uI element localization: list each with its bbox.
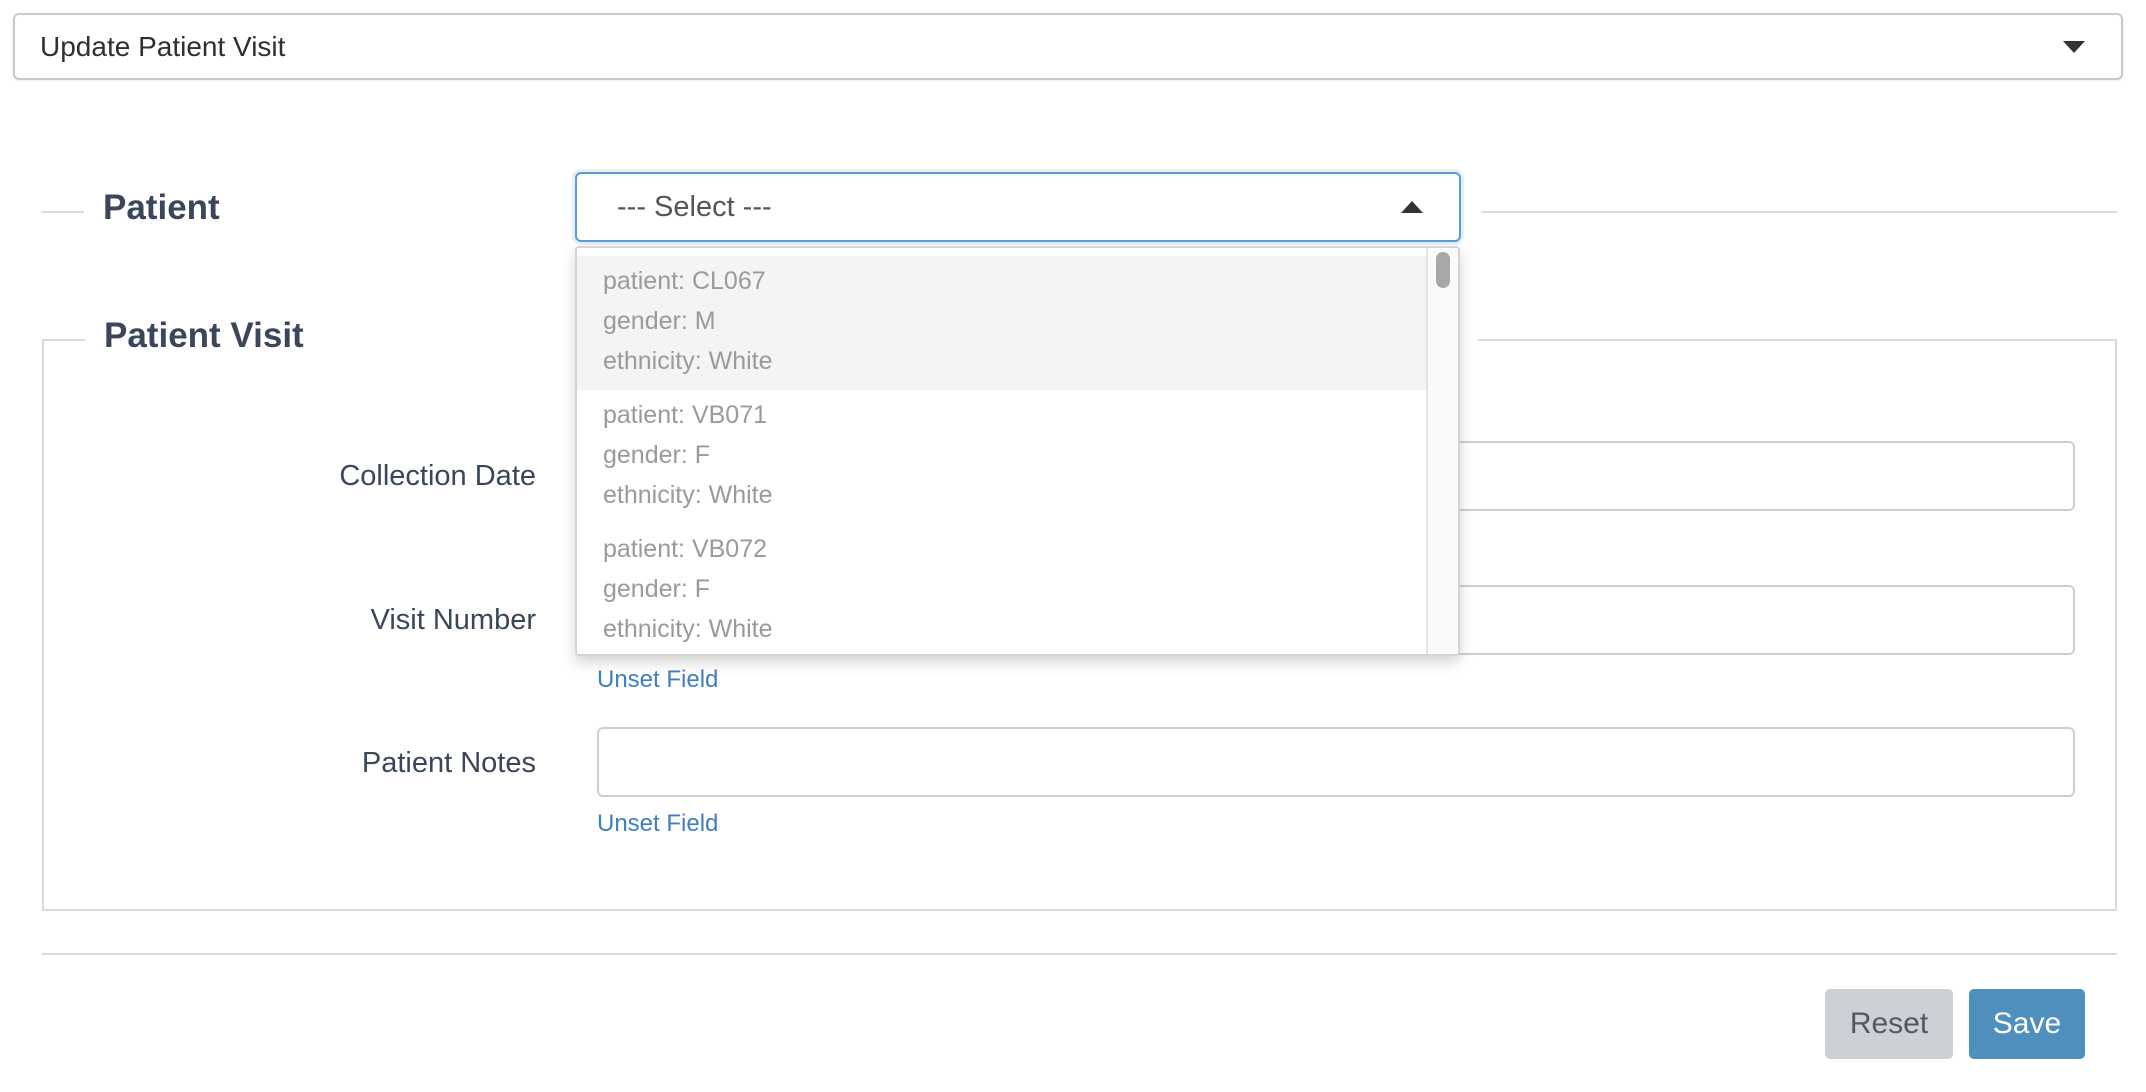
- option-patient-id: patient: VB072: [603, 535, 768, 563]
- option-gender: gender: M: [603, 307, 716, 335]
- option-ethnicity: ethnicity: White: [603, 481, 773, 509]
- chevron-up-icon: [1401, 201, 1423, 213]
- scrollbar-thumb[interactable]: [1436, 252, 1450, 288]
- list-item[interactable]: patient: VB072 gender: F ethnicity: Whit…: [577, 524, 1429, 654]
- patient-notes-label: Patient Notes: [361, 747, 536, 779]
- unset-visit-number-link[interactable]: Unset Field: [597, 666, 718, 694]
- save-button[interactable]: Save: [1969, 989, 2085, 1059]
- reset-button[interactable]: Reset: [1825, 989, 1953, 1059]
- option-gender: gender: F: [603, 441, 711, 469]
- patient-select[interactable]: --- Select ---: [575, 172, 1461, 242]
- divider: [42, 953, 2117, 955]
- unset-patient-notes-link[interactable]: Unset Field: [597, 810, 718, 838]
- option-ethnicity: ethnicity: White: [603, 615, 773, 643]
- collection-date-label: Collection Date: [339, 460, 536, 492]
- list-item[interactable]: patient: CL067 gender: M ethnicity: Whit…: [577, 256, 1429, 390]
- option-ethnicity: ethnicity: White: [603, 347, 773, 375]
- patient-legend: Patient: [103, 188, 220, 227]
- patient-visit-legend: Patient Visit: [104, 316, 304, 355]
- option-gender: gender: F: [603, 575, 711, 603]
- visit-number-label: Visit Number: [370, 604, 536, 636]
- scrollbar[interactable]: [1426, 248, 1458, 654]
- divider: [42, 339, 85, 341]
- patient-dropdown-list: patient: CL067 gender: M ethnicity: Whit…: [575, 246, 1460, 656]
- divider: [1478, 339, 2117, 341]
- list-item[interactable]: patient: VB071 gender: F ethnicity: Whit…: [577, 390, 1429, 524]
- mode-select-value: Update Patient Visit: [40, 30, 286, 62]
- option-patient-id: patient: VB071: [603, 401, 768, 429]
- divider: [42, 211, 84, 213]
- mode-select[interactable]: Update Patient Visit: [13, 13, 2123, 80]
- patient-notes-field[interactable]: [597, 727, 2075, 797]
- divider: [1482, 211, 2117, 213]
- patient-select-placeholder: --- Select ---: [617, 190, 772, 223]
- chevron-down-icon: [2063, 41, 2085, 53]
- option-patient-id: patient: CL067: [603, 267, 766, 295]
